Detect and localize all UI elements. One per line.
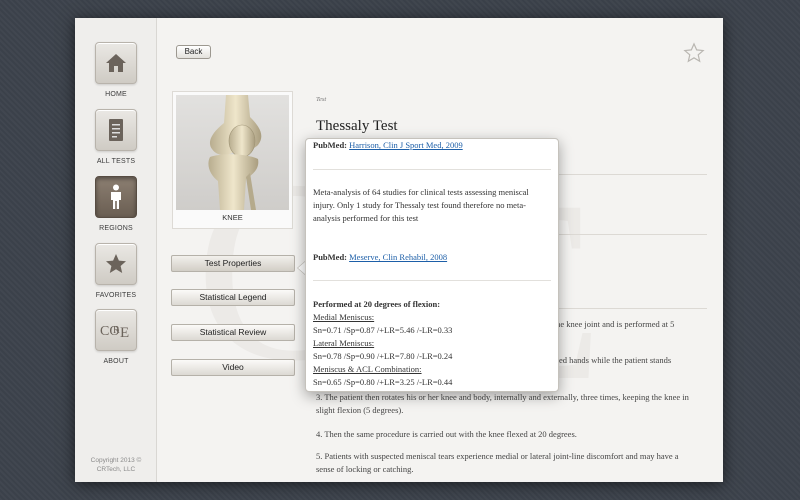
document-icon [109,119,123,141]
video-button[interactable]: Video [171,359,295,376]
statistical-review-button[interactable]: Statistical Review [171,324,295,341]
body-text-line: ed hands while the patient stands [559,355,672,365]
sidebar-item-about[interactable]: CO E R ABOUT [75,309,157,365]
body-text-line: slight flexion (5 degrees). [316,405,404,415]
test-properties-popover: PubMed: Harrison, Clin J Sport Med, 2009… [305,138,559,392]
sidebar-item-favorites[interactable]: FAVORITES [75,243,157,299]
sidebar-item-all-tests[interactable]: ALL TESTS [75,109,157,165]
app-window: HOME ALL TESTS REGIONS FAVORITES CO E R … [75,18,723,482]
back-button[interactable]: Back [176,45,211,59]
pubmed-link-1[interactable]: Harrison, Clin J Sport Med, 2009 [349,140,463,150]
pubmed-ref-1: PubMed: Harrison, Clin J Sport Med, 2009 [313,140,463,150]
pubmed-ref-2: PubMed: Meserve, Clin Rehabil, 2008 [313,252,448,262]
sidebar-item-label: ABOUT [103,358,129,365]
sidebar-item-label: HOME [105,91,127,98]
section-label: Test [316,96,327,103]
region-card[interactable]: KNEE [172,91,293,229]
core-logo-icon: CO E R [100,324,129,340]
page-title: Thessaly Test [316,118,398,134]
sidebar: HOME ALL TESTS REGIONS FAVORITES CO E R … [75,18,157,482]
pubmed-link-2[interactable]: Meserve, Clin Rehabil, 2008 [349,252,447,262]
sidebar-item-label: REGIONS [99,225,133,232]
sidebar-item-home[interactable]: HOME [75,42,157,98]
home-icon [106,54,126,72]
copyright: Copyright 2013 © CRTech, LLC [90,457,142,473]
sidebar-item-label: FAVORITES [95,292,137,299]
svg-text:R: R [113,325,120,336]
test-properties-button[interactable]: Test Properties [171,255,295,272]
body-text-line: 3. The patient then rotates his or her k… [316,392,689,402]
knee-image [176,95,289,210]
summary-text: Meta-analysis of 64 studies for clinical… [313,187,529,223]
divider [313,280,551,281]
body-text-line: in the knee joint and is performed at 5 [545,319,675,329]
body-text-line: 5. Patients with suspected meniscal tear… [316,451,679,461]
stats-block: Performed at 20 degrees of flexion: Medi… [313,299,453,387]
sidebar-item-label: ALL TESTS [96,158,136,165]
sidebar-item-regions[interactable]: REGIONS [75,176,157,232]
knee-bone-image [208,95,262,210]
divider [313,169,551,170]
person-icon [111,184,121,209]
svg-text:E: E [120,325,129,340]
star-icon [106,254,126,273]
body-text-line: 4. Then the same procedure is carried ou… [316,429,577,439]
region-label: KNEE [222,213,243,222]
body-text-line: sense of locking or catching. [316,464,414,474]
statistical-legend-button[interactable]: Statistical Legend [171,289,295,306]
